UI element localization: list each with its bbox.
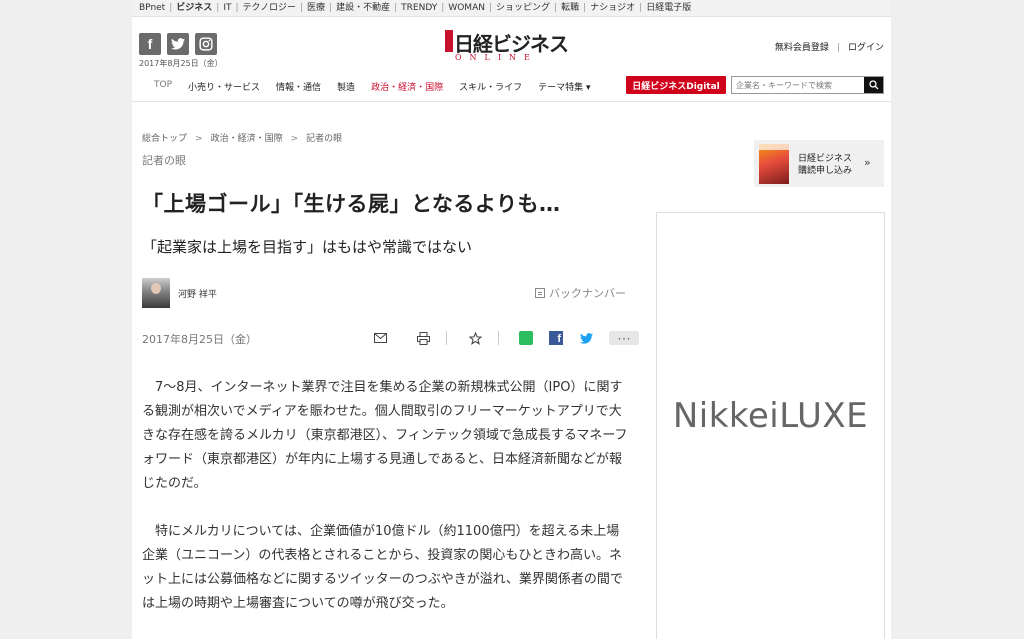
- subscribe-text: 日経ビジネス 購読申し込み: [798, 153, 852, 177]
- login-link[interactable]: ログイン: [848, 43, 884, 53]
- twitter-share-icon[interactable]: [579, 331, 593, 345]
- netbar-item-medical[interactable]: 医療: [307, 3, 325, 13]
- subscribe-banner[interactable]: 日経ビジネス 購読申し込み »: [754, 140, 884, 187]
- double-chevron-right-icon: »: [864, 156, 871, 169]
- page-container: BPnet | ビジネス | IT | テクノロジー | 医療 | 建設・不動産 | TRENDY | WO…: [132, 0, 891, 639]
- more-share-button[interactable]: ･･･: [609, 331, 639, 345]
- netbar-item-technology[interactable]: テクノロジー: [243, 3, 296, 13]
- breadcrumb-item-column[interactable]: 記者の眼: [306, 134, 342, 144]
- backnumber-label: バックナンバー: [549, 287, 626, 300]
- article-paragraph: 7～8月、インターネット業界で注目を集める企業の新規株式公開（IPO）に関する観…: [142, 380, 628, 491]
- netbar-separator: |: [583, 3, 587, 13]
- nav-item-politics[interactable]: 政治・経済・国際: [371, 80, 443, 93]
- instagram-icon[interactable]: [195, 33, 217, 55]
- netbar-item-construction[interactable]: 建設・不動産: [336, 3, 390, 13]
- netbar-separator: |: [488, 3, 493, 13]
- breadcrumb-item-politics[interactable]: 政治・経済・国際: [211, 134, 283, 144]
- netbar-item-trendy[interactable]: TRENDY: [401, 3, 437, 13]
- netbar-separator: |: [639, 3, 643, 13]
- netbar-item-jobs[interactable]: 転職: [561, 3, 579, 13]
- article-subtitle: 「起業家は上場を目指す」はもはや常識ではない: [142, 238, 473, 256]
- search-button[interactable]: [864, 77, 883, 93]
- netbar-separator: |: [300, 3, 304, 13]
- netbar-item-nikkei-digital[interactable]: 日経電子版: [646, 3, 691, 13]
- site-logo[interactable]: 日経ビジネス ONLINE: [445, 30, 581, 64]
- netbar-separator: |: [554, 3, 558, 13]
- auth-links: 無料会員登録 | ログイン: [775, 40, 884, 53]
- author-block[interactable]: 河野 祥平: [142, 278, 217, 308]
- netbar-separator: |: [329, 3, 333, 13]
- left-gutter: [0, 0, 132, 639]
- share-separator: [446, 331, 447, 345]
- list-icon: [535, 288, 545, 298]
- network-bar: BPnet | ビジネス | IT | テクノロジー | 医療 | 建設・不動産 | TRENDY | WO…: [132, 0, 891, 17]
- nav-divider: [132, 101, 891, 102]
- twitter-icon[interactable]: [167, 33, 189, 55]
- netbar-separator: |: [235, 3, 239, 13]
- nav-item-retail[interactable]: 小売り・サービス: [188, 80, 260, 93]
- netbar-separator: |: [216, 3, 220, 13]
- article-paragraph: 特にメルカリについては、企業価値が10億ドル（約1100億円）を超える未上場企業…: [142, 524, 623, 611]
- netbar-item-shopping[interactable]: ショッピング: [496, 3, 550, 13]
- subscribe-line-1: 日経ビジネス: [798, 154, 853, 164]
- print-icon[interactable]: [415, 330, 431, 346]
- nav-item-top[interactable]: TOP: [154, 80, 172, 93]
- netbar-separator: |: [394, 3, 398, 13]
- breadcrumb-item-home[interactable]: 総合トップ: [142, 134, 187, 144]
- netbar-item-natgeo[interactable]: ナショジオ: [590, 3, 635, 13]
- facebook-icon[interactable]: f: [139, 33, 161, 55]
- logo-subtext: ONLINE: [455, 53, 538, 62]
- article-title: 「上場ゴール」「生ける屍」となるよりも…: [142, 192, 561, 216]
- mail-icon[interactable]: [372, 330, 388, 346]
- auth-separator: |: [836, 43, 840, 53]
- netbar-separator: |: [441, 3, 445, 13]
- search-input[interactable]: [732, 77, 864, 93]
- section-label[interactable]: 記者の眼: [142, 152, 186, 168]
- register-link[interactable]: 無料会員登録: [775, 43, 829, 53]
- netbar-item-business[interactable]: ビジネス: [176, 3, 212, 13]
- breadcrumb-separator: >: [290, 134, 299, 144]
- share-separator: [498, 331, 499, 345]
- backnumber-link[interactable]: バックナンバー: [535, 285, 626, 301]
- nav-item-manufacturing[interactable]: 製造: [337, 80, 355, 93]
- logo-mark: [445, 30, 453, 52]
- main-nav: TOP 小売り・サービス 情報・通信 製造 政治・経済・国際 スキル・ライフ テ…: [154, 80, 606, 93]
- breadcrumb-separator: >: [195, 134, 203, 144]
- netbar-item-bpnet[interactable]: BPnet: [139, 3, 165, 13]
- netbar-separator: |: [169, 3, 173, 13]
- sidebar-ad[interactable]: NikkeiLUXE: [656, 212, 885, 639]
- evernote-icon[interactable]: [519, 331, 533, 345]
- breadcrumb: 総合トップ > 政治・経済・国際 > 記者の眼: [142, 131, 342, 144]
- star-icon[interactable]: [467, 330, 483, 346]
- right-gutter: [891, 0, 1024, 639]
- search-box: [731, 76, 884, 94]
- author-avatar[interactable]: [142, 278, 170, 308]
- nav-item-theme[interactable]: テーマ特集 ▾: [538, 80, 590, 93]
- publish-date: 2017年8月25日（金）: [142, 333, 257, 346]
- search-icon: [868, 80, 878, 90]
- subscribe-line-2: 購読申し込み: [798, 166, 853, 176]
- author-name[interactable]: 河野 祥平: [178, 287, 217, 300]
- nav-item-it[interactable]: 情報・通信: [276, 80, 321, 93]
- share-toolbar: f ･･･: [372, 330, 639, 346]
- nav-item-skill[interactable]: スキル・ライフ: [459, 80, 522, 93]
- ad-brand-text: NikkeiLUXE: [672, 396, 869, 436]
- header-date: 2017年8月25日（金）: [139, 59, 223, 68]
- digital-button[interactable]: 日経ビジネスDigital: [626, 76, 726, 94]
- article-body: 7～8月、インターネット業界で注目を集める企業の新規株式公開（IPO）に関する観…: [142, 376, 628, 639]
- social-links: f: [139, 33, 217, 55]
- netbar-item-woman[interactable]: WOMAN: [448, 3, 485, 13]
- facebook-share-icon[interactable]: f: [549, 331, 563, 345]
- netbar-item-it[interactable]: IT: [223, 3, 231, 13]
- magazine-cover-image: [759, 144, 789, 184]
